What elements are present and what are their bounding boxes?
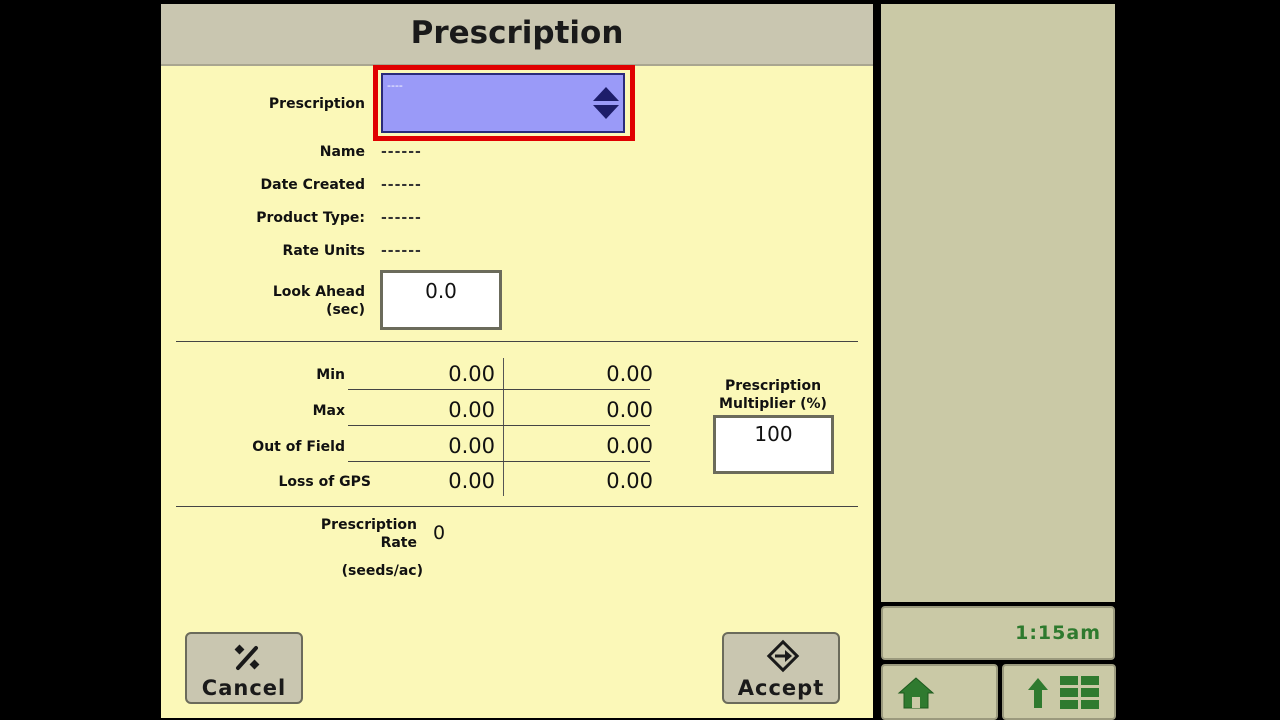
cancel-button[interactable]: Cancel: [185, 632, 303, 704]
prescription-dropdown-value: ----: [387, 79, 403, 92]
max-value-1: 0.00: [448, 398, 495, 422]
divider: [176, 341, 858, 342]
page-title: Prescription: [410, 15, 624, 51]
rate-units-value: ------: [381, 243, 422, 259]
divider: [176, 506, 858, 507]
multiplier-input[interactable]: 100: [713, 415, 834, 474]
multiplier-units: Multiplier (%): [719, 396, 827, 412]
multiplier-label: Prescription: [724, 378, 822, 394]
min-value-1: 0.00: [448, 362, 495, 386]
menu-grid-icon: [1028, 676, 1099, 709]
prescription-rate-value: 0: [433, 522, 446, 544]
name-value: ------: [381, 144, 422, 160]
side-panel: [881, 4, 1115, 602]
out-of-field-label: Out of Field: [252, 439, 345, 455]
product-type-value: ------: [381, 210, 422, 226]
look-ahead-label: Look Ahead: [272, 284, 365, 300]
out-of-field-value-2: 0.00: [606, 434, 653, 458]
date-created-value: ------: [381, 177, 422, 193]
max-label: Max: [312, 403, 345, 419]
loss-of-gps-value-2: 0.00: [606, 469, 653, 493]
home-icon: [897, 677, 935, 709]
dialog-header: Prescription: [161, 4, 873, 66]
column-divider: [503, 358, 504, 496]
prescription-dialog: Prescription Prescription ---- Name ----…: [161, 4, 873, 718]
rate-units-label: Rate Units: [282, 243, 365, 259]
prescription-rate-label-2: Rate: [380, 535, 417, 551]
look-ahead-units: (sec): [326, 302, 365, 318]
prescription-dropdown[interactable]: ----: [381, 73, 625, 133]
clock-display: 1:15am: [881, 606, 1115, 660]
max-value-2: 0.00: [606, 398, 653, 422]
accept-label: Accept: [737, 676, 825, 700]
home-button[interactable]: [881, 664, 998, 720]
accept-button[interactable]: Accept: [722, 632, 840, 704]
out-of-field-value-1: 0.00: [448, 434, 495, 458]
product-type-label: Product Type:: [256, 210, 365, 226]
accept-icon: [766, 639, 800, 673]
row-divider: [348, 425, 650, 426]
cancel-label: Cancel: [201, 676, 287, 700]
clock-time: 1:15am: [1015, 622, 1101, 644]
look-ahead-input[interactable]: 0.0: [380, 270, 502, 330]
min-label: Min: [316, 367, 345, 383]
prescription-rate-label: Prescription: [320, 517, 417, 533]
up-down-arrows-icon: [593, 87, 619, 121]
row-divider: [348, 389, 650, 390]
min-value-2: 0.00: [606, 362, 653, 386]
name-label: Name: [319, 144, 365, 160]
prescription-rate-units: (seeds/ac): [341, 563, 423, 579]
row-divider: [348, 461, 650, 462]
loss-of-gps-label: Loss of GPS: [278, 474, 372, 490]
cancel-icon: [234, 644, 260, 670]
menu-button[interactable]: [1002, 664, 1116, 720]
date-created-label: Date Created: [260, 177, 365, 193]
prescription-select-label: Prescription: [268, 96, 365, 112]
loss-of-gps-value-1: 0.00: [448, 469, 495, 493]
